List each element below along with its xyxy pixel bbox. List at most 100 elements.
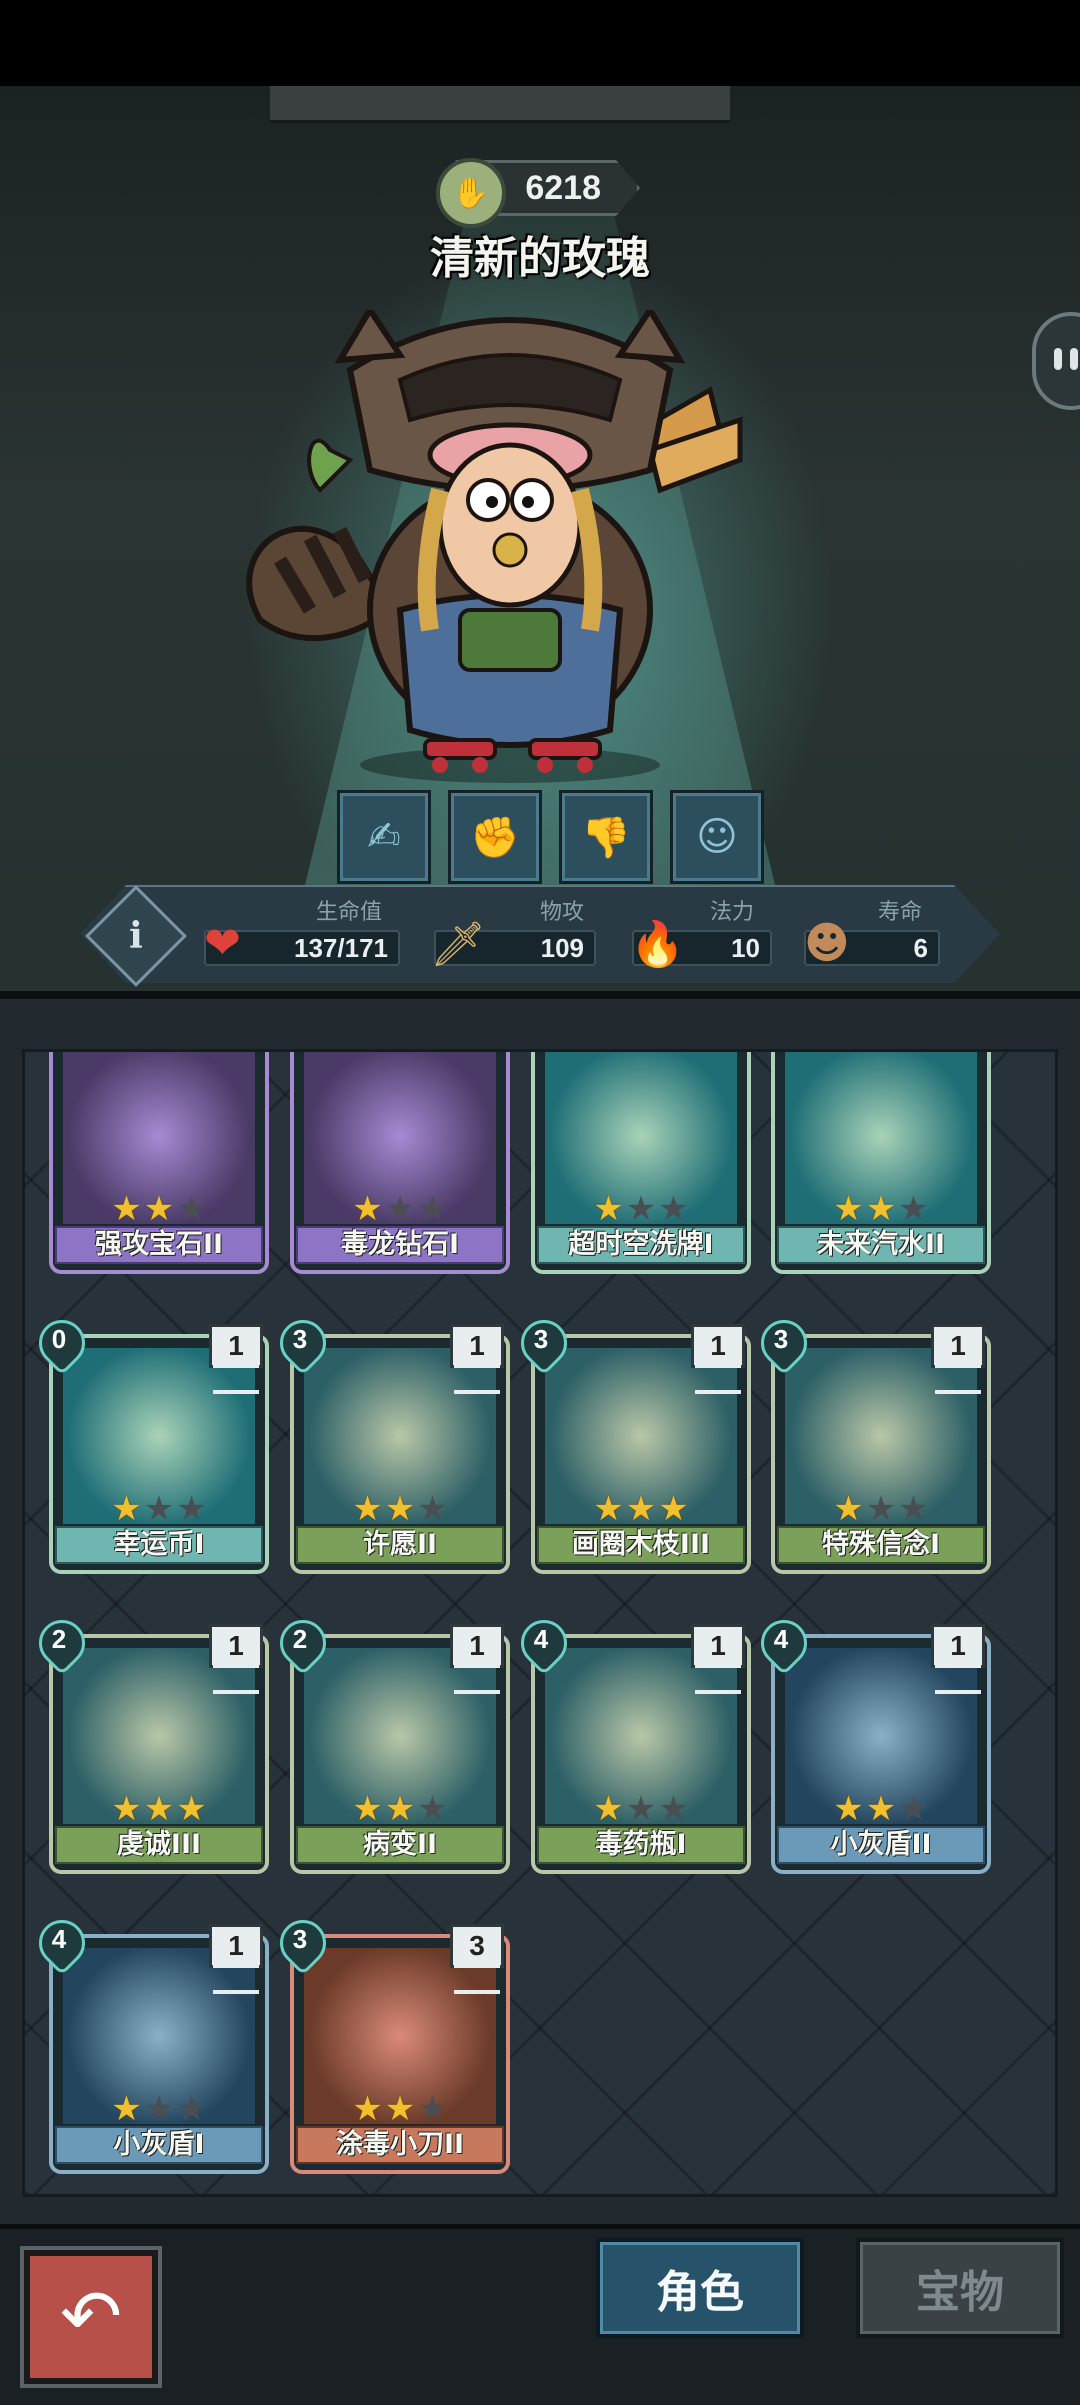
card[interactable]: ★ ★ ★ 涂毒小刀II 3 3 — [270, 1910, 510, 2174]
card[interactable]: ★ ★ ★ 画圈木枝III 3 1 — [511, 1310, 751, 1574]
card[interactable]: ★ ★ ★ 小灰盾II 4 1 — [751, 1610, 991, 1874]
card-count-badge: 3 — [450, 1924, 508, 1994]
stack-icon — [213, 1364, 259, 1394]
star-icon: ★ — [658, 1189, 689, 1229]
mana-cost-badge: 2 — [29, 1610, 95, 1676]
card[interactable]: ★ ★ ★ 小灰盾I 4 1 — [29, 1910, 269, 2174]
card[interactable]: ★ ★ ★ 强攻宝石II — [49, 1052, 269, 1274]
stat-hp-label: 生命值 — [316, 900, 383, 925]
card-count-badge: 1 — [209, 1624, 267, 1694]
mana-cost-value: 2 — [292, 1624, 308, 1654]
card[interactable]: ★ ★ ★ 毒龙钻石I — [290, 1052, 510, 1274]
card-count-badge: 1 — [691, 1624, 749, 1694]
card-count-value: 1 — [209, 1624, 263, 1668]
mana-cost-value: 2 — [51, 1624, 67, 1654]
stack-icon — [213, 1664, 259, 1694]
star-icon: ★ — [111, 1789, 142, 1829]
card[interactable]: ★ ★ ★ 毒药瓶I 4 1 — [511, 1610, 751, 1874]
card-stars: ★ ★ ★ — [581, 1492, 701, 1526]
card-stars: ★ ★ ★ — [821, 1492, 941, 1526]
card[interactable]: ★ ★ ★ 许愿II 3 1 — [270, 1310, 510, 1574]
stat-life: 寿命 6 ☻ — [800, 890, 950, 970]
mana-cost-badge: 3 — [511, 1310, 577, 1376]
mana-cost-value: 0 — [51, 1324, 67, 1354]
panel-divider — [0, 991, 1080, 999]
card-grid: ★ ★ ★ 强攻宝石II ★ ★ ★ 毒龙钻石I ★ ★ ★ 超时空洗牌I ★ ★ ★ 未来汽水II ★ ★ ★ 幸运… — [22, 1049, 1058, 2197]
stack-icon — [695, 1664, 741, 1694]
star-icon: ★ — [143, 2089, 175, 2129]
feather-hand-icon[interactable]: ✍ — [337, 790, 431, 884]
star-icon: ★ — [658, 1789, 689, 1829]
star-icon: ★ — [384, 1489, 416, 1529]
star-icon: ★ — [593, 1189, 624, 1229]
stat-attack: 物攻 109 🗡 — [430, 890, 600, 970]
star-icon: ★ — [898, 1489, 929, 1529]
thumbs-down-icon[interactable]: 👎 — [559, 790, 653, 884]
stack-icon — [935, 1364, 981, 1394]
character-name: 清新的玫瑰 — [430, 233, 650, 284]
mana-cost-badge: 3 — [751, 1310, 817, 1376]
star-icon: ★ — [176, 2089, 207, 2129]
card-count-badge: 1 — [209, 1324, 267, 1394]
card-deck-panel: ★ ★ ★ 强攻宝石II ★ ★ ★ 毒龙钻石I ★ ★ ★ 超时空洗牌I ★ ★ ★ 未来汽水II ★ ★ ★ 幸运… — [0, 999, 1080, 2224]
card-name: 幸运币I — [55, 1526, 263, 1564]
card-count-badge: 1 — [931, 1624, 989, 1694]
figure-icon[interactable]: ☺ — [670, 790, 764, 884]
star-icon: ★ — [833, 1489, 864, 1529]
card-stars: ★ ★ ★ — [340, 1492, 460, 1526]
stack-icon — [454, 1364, 500, 1394]
star-icon: ★ — [352, 1789, 383, 1829]
card[interactable]: ★ ★ ★ 病变II 2 1 — [270, 1610, 510, 1874]
fist-icon[interactable]: ✊ — [448, 790, 542, 884]
mana-cost-badge: 0 — [29, 1310, 95, 1376]
card-name: 虔诚III — [55, 1826, 263, 1864]
card-stars: ★ ★ ★ — [340, 2092, 460, 2126]
card-stars: ★ ★ ★ — [340, 1192, 460, 1226]
card-name: 特殊信念I — [777, 1526, 985, 1564]
card[interactable]: ★ ★ ★ 超时空洗牌I — [531, 1052, 751, 1274]
mana-cost-value: 4 — [773, 1624, 789, 1654]
card-stars: ★ ★ ★ — [99, 1492, 219, 1526]
sword-icon: 🗡 — [430, 919, 486, 970]
card-name: 毒药瓶I — [537, 1826, 745, 1864]
star-icon: ★ — [176, 1789, 207, 1829]
star-icon: ★ — [625, 1489, 657, 1529]
star-icon: ★ — [143, 1489, 175, 1529]
card-count-badge: 1 — [691, 1324, 749, 1394]
stack-icon — [213, 1964, 259, 1994]
star-icon: ★ — [384, 1789, 416, 1829]
card[interactable]: ★ ★ ★ 虔诚III 2 1 — [29, 1610, 269, 1874]
star-icon: ★ — [625, 1789, 657, 1829]
mana-cost-value: 3 — [292, 1324, 308, 1354]
stat-life-label: 寿命 — [878, 900, 923, 925]
card-count-value: 1 — [209, 1324, 263, 1368]
star-icon: ★ — [111, 1189, 142, 1229]
star-icon: ★ — [352, 2089, 383, 2129]
back-button[interactable]: ↶ — [24, 2250, 158, 2384]
star-icon: ★ — [898, 1789, 929, 1829]
card-stars: ★ ★ ★ — [99, 2092, 219, 2126]
star-icon: ★ — [111, 2089, 142, 2129]
card[interactable]: ★ ★ ★ 未来汽水II — [771, 1052, 991, 1274]
card-count-badge: 1 — [450, 1624, 508, 1694]
card[interactable]: ★ ★ ★ 特殊信念I 3 1 — [751, 1310, 991, 1574]
mana-cost-value: 4 — [51, 1924, 67, 1954]
mana-cost-badge: 3 — [270, 1310, 336, 1376]
card-count-value: 1 — [691, 1624, 745, 1668]
avatar-icon: ☻ — [804, 918, 850, 969]
card-count-badge: 1 — [209, 1924, 267, 1994]
card-stars: ★ ★ ★ — [99, 1792, 219, 1826]
back-arrow-icon: ↶ — [59, 2274, 122, 2360]
star-icon: ★ — [833, 1789, 864, 1829]
info-icon: i — [129, 915, 143, 957]
star-icon: ★ — [865, 1189, 897, 1229]
tab-treasure[interactable]: 宝物 — [856, 2238, 1064, 2338]
card[interactable]: ★ ★ ★ 幸运币I 0 1 — [29, 1310, 269, 1574]
star-icon: ★ — [143, 1789, 175, 1829]
star-icon: ★ — [384, 2089, 416, 2129]
mana-cost-badge: 4 — [751, 1610, 817, 1676]
mana-cost-badge: 4 — [511, 1610, 577, 1676]
tab-role[interactable]: 角色 — [596, 2238, 804, 2338]
star-icon: ★ — [658, 1489, 689, 1529]
mana-cost-value: 3 — [292, 1924, 308, 1954]
